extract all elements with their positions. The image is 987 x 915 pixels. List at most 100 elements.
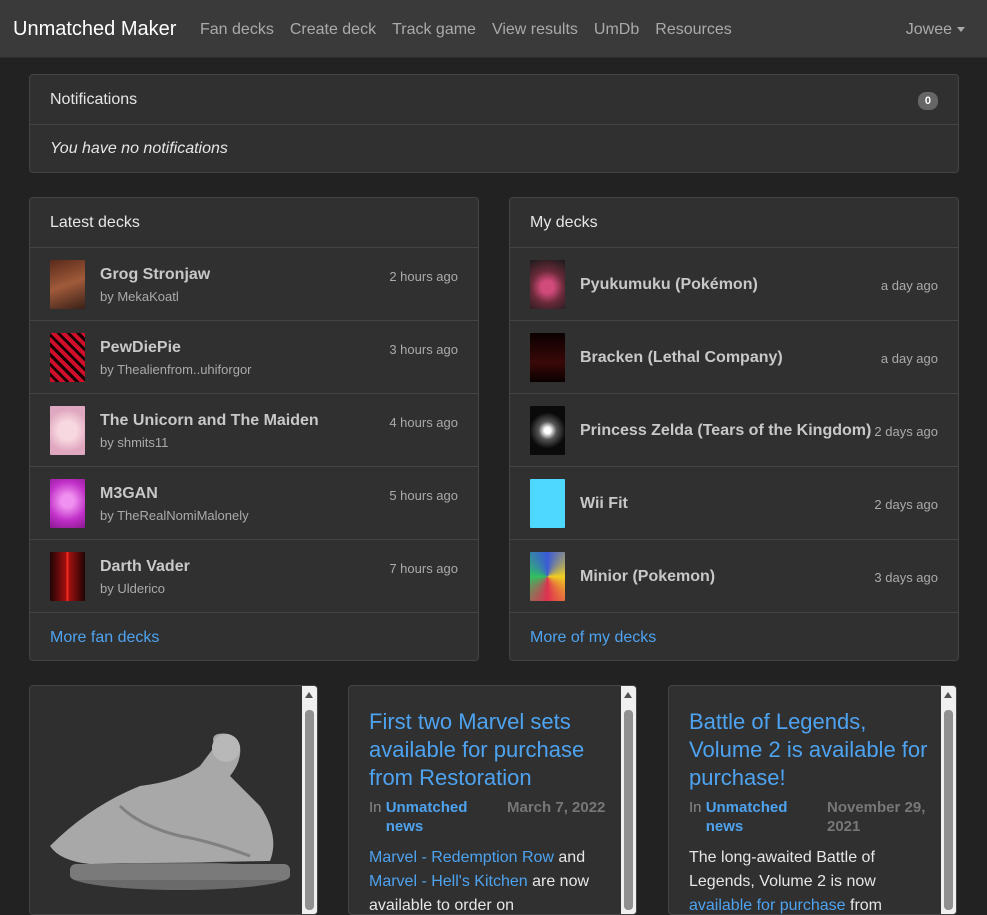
news-text: The long-awaited Battle of Legends, Volu… [689,849,876,890]
deck-row[interactable]: Minior (Pokemon) 3 days ago [510,540,958,613]
scrollbar-thumb[interactable] [944,710,953,910]
my-decks-footer: More of my decks [510,613,958,663]
deck-row[interactable]: M3GAN by TheRealNomiMalonely 5 hours ago [30,467,478,540]
brand-link[interactable]: Unmatched Maker [13,18,176,41]
more-fan-decks-link[interactable]: More fan decks [50,629,159,646]
deck-thumbnail [50,552,85,601]
deck-name[interactable]: The Unicorn and The Maiden [100,412,319,430]
my-decks-header: My decks [510,198,958,248]
my-decks-title: My decks [530,214,598,231]
deck-name[interactable]: Wii Fit [580,495,628,513]
scrollbar-thumb[interactable] [305,710,314,910]
scrollbar[interactable] [621,686,636,914]
news-link-purchase[interactable]: available for purchase [689,897,846,914]
news-meta: In Unmatched news March 7, 2022 [369,798,629,836]
deck-time: 3 days ago [874,570,938,585]
nav-fan-decks[interactable]: Fan decks [200,21,274,39]
deck-row[interactable]: Darth Vader by Ulderico 7 hours ago [30,540,478,613]
nav-view-results[interactable]: View results [492,21,578,39]
news-date: November 29, 2021 [827,799,926,835]
notifications-title: Notifications [50,91,138,108]
news-card: Battle of Legends, Volume 2 is available… [668,685,957,915]
deck-name[interactable]: Grog Stronjaw [100,266,210,284]
deck-name[interactable]: Princess Zelda (Tears of the Kingdom) [580,422,871,440]
latest-decks-footer: More fan decks [30,613,478,663]
deck-time: a day ago [880,351,938,366]
deck-row[interactable]: PewDiePie by Thealienfrom..uhiforgor 3 h… [30,321,478,394]
navbar: Unmatched Maker Fan decks Create deck Tr… [0,0,987,58]
news-meta: In Unmatched news November 29, 2021 [689,798,949,836]
deck-author[interactable]: by TheRealNomiMalonely [100,508,249,523]
deck-time: 2 days ago [874,497,938,512]
scrollbar[interactable] [941,686,956,914]
latest-decks-title: Latest decks [50,214,140,231]
featured-image-card [29,685,318,915]
news-in-label: In [369,799,382,816]
news-card: First two Marvel sets available for purc… [348,685,637,915]
deck-name[interactable]: Darth Vader [100,558,190,576]
notifications-card: Notifications 0 You have no notification… [29,74,959,173]
nav-resources[interactable]: Resources [655,21,731,39]
nav-create-deck[interactable]: Create deck [290,21,376,39]
news-link-redemption-row[interactable]: Marvel - Redemption Row [369,849,554,866]
miniature-figure-image [30,686,304,914]
deck-author[interactable]: by shmits11 [100,435,168,450]
news-link-hells-kitchen[interactable]: Marvel - Hell's Kitchen [369,873,528,890]
deck-author[interactable]: by Ulderico [100,581,165,596]
deck-time: 5 hours ago [389,488,458,503]
deck-thumbnail [530,552,565,601]
nav-links: Fan decks Create deck Track game View re… [200,21,732,39]
scroll-up-icon[interactable] [305,692,313,698]
deck-thumbnail [530,479,565,528]
more-my-decks-link[interactable]: More of my decks [530,629,656,646]
news-category-link[interactable]: Unmatched news [706,798,806,836]
scrollbar[interactable] [302,686,317,914]
deck-thumbnail [50,260,85,309]
deck-thumbnail [50,333,85,382]
deck-time: a day ago [880,278,938,293]
deck-name[interactable]: PewDiePie [100,339,181,357]
latest-decks-header: Latest decks [30,198,478,248]
deck-name[interactable]: Pyukumuku (Pokémon) [580,276,758,294]
scrollbar-thumb[interactable] [624,710,633,910]
nav-umdb[interactable]: UmDb [594,21,639,39]
deck-thumbnail [530,406,565,455]
scroll-up-icon[interactable] [624,692,632,698]
latest-decks-card: Latest decks Grog Stronjaw by MekaKoatl … [29,197,479,661]
notifications-count-badge: 0 [917,92,938,110]
deck-time: 2 days ago [874,424,938,439]
deck-thumbnail [530,260,565,309]
user-menu[interactable]: Jowee [906,21,965,39]
deck-thumbnail [50,479,85,528]
deck-time: 3 hours ago [389,342,458,357]
deck-row[interactable]: Grog Stronjaw by MekaKoatl 2 hours ago [30,248,478,321]
deck-time: 4 hours ago [389,415,458,430]
scroll-up-icon[interactable] [944,692,952,698]
news-text-rest: from [850,897,882,914]
news-body: Marvel - Redemption Row and Marvel - Hel… [369,846,619,914]
news-category-link[interactable]: Unmatched news [386,798,486,836]
news-title[interactable]: Battle of Legends, Volume 2 is available… [689,708,939,792]
deck-row[interactable]: Princess Zelda (Tears of the Kingdom) 2 … [510,394,958,467]
notifications-header: Notifications 0 [30,75,958,125]
news-text-and: and [558,849,586,866]
deck-name[interactable]: Minior (Pokemon) [580,568,715,586]
notifications-empty-text: You have no notifications [50,140,228,157]
deck-row[interactable]: The Unicorn and The Maiden by shmits11 4… [30,394,478,467]
user-name: Jowee [905,21,952,38]
deck-time: 2 hours ago [389,269,458,284]
deck-row[interactable]: Bracken (Lethal Company) a day ago [510,321,958,394]
nav-track-game[interactable]: Track game [392,21,476,39]
deck-row[interactable]: Wii Fit 2 days ago [510,467,958,540]
deck-time: 7 hours ago [389,561,458,576]
deck-author[interactable]: by MekaKoatl [100,289,179,304]
deck-name[interactable]: M3GAN [100,485,158,503]
deck-author[interactable]: by Thealienfrom..uhiforgor [100,362,252,377]
news-body: The long-awaited Battle of Legends, Volu… [689,846,939,914]
deck-thumbnail [50,406,85,455]
news-in-label: In [689,799,702,816]
news-title[interactable]: First two Marvel sets available for purc… [369,708,619,792]
deck-name[interactable]: Bracken (Lethal Company) [580,349,783,367]
news-date: March 7, 2022 [507,799,606,816]
deck-row[interactable]: Pyukumuku (Pokémon) a day ago [510,248,958,321]
